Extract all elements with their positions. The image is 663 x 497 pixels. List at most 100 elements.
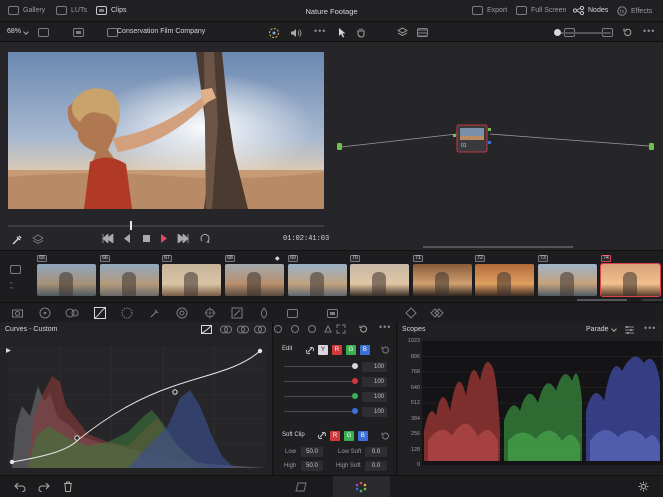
loop-icon[interactable] <box>199 233 211 244</box>
clip-thumbnail[interactable] <box>100 264 159 296</box>
curve-custom-icon[interactable] <box>201 325 212 334</box>
clip-thumbnail[interactable] <box>225 264 284 296</box>
tracker-icon[interactable] <box>204 307 216 319</box>
color-page-tab[interactable] <box>333 476 390 497</box>
sizing-icon[interactable] <box>326 309 338 318</box>
scopes-more-icon[interactable]: ••• <box>644 323 656 333</box>
magic-mask-icon[interactable] <box>231 307 243 319</box>
nodes-icon <box>573 6 584 15</box>
slider-y-value[interactable]: 100 <box>362 362 387 372</box>
motion-icon[interactable] <box>405 307 417 319</box>
curve-handle-icon[interactable] <box>5 347 12 354</box>
node-zoom-slider[interactable] <box>556 32 611 34</box>
timecode: 01:02:41:03 <box>283 235 330 243</box>
lum-vs-sat-icon[interactable] <box>254 325 266 334</box>
node-more-icon[interactable]: ••• <box>643 26 655 36</box>
export-icon <box>472 6 483 15</box>
scope-mode-select[interactable]: Parade <box>586 326 609 333</box>
clip-thumbnail[interactable] <box>37 264 96 296</box>
slider-r[interactable]: 100 <box>284 377 389 387</box>
key-icon[interactable] <box>287 309 298 318</box>
playhead[interactable] <box>130 221 132 230</box>
soft-clip-b-button[interactable]: B <box>357 431 368 441</box>
viewer-more-icon[interactable]: ••• <box>314 26 326 36</box>
color-picker-icon[interactable] <box>268 27 280 39</box>
qualifier-icon[interactable] <box>149 307 161 319</box>
primaries-icon[interactable] <box>65 307 79 319</box>
clip-thumbnail[interactable] <box>413 264 472 296</box>
scrubber-track[interactable] <box>8 225 324 227</box>
undo-icon[interactable] <box>14 482 26 492</box>
camera-raw-icon[interactable] <box>12 308 23 318</box>
pointer-icon[interactable] <box>338 27 347 38</box>
clip-thumbnail[interactable] <box>288 264 347 296</box>
link-icon[interactable] <box>305 346 315 355</box>
hsl-icon[interactable] <box>121 307 133 319</box>
nodes-button[interactable]: Nodes <box>573 6 608 15</box>
blur-icon[interactable] <box>258 307 270 319</box>
skip-back-icon[interactable] <box>102 234 114 243</box>
node-zoom-slider-knob[interactable] <box>554 29 561 36</box>
reset-icon[interactable] <box>622 27 633 38</box>
color-wheels-icon[interactable] <box>39 307 51 319</box>
curves-icon[interactable] <box>94 307 106 319</box>
soft-clip-r-button[interactable]: R <box>330 431 340 441</box>
slider-b[interactable]: 100 <box>284 407 389 417</box>
curve-graph[interactable] <box>8 346 266 468</box>
clip-thumbnail[interactable] <box>600 263 661 297</box>
node-label[interactable]: 01 <box>461 143 467 149</box>
slider-g-value[interactable]: 100 <box>362 392 387 402</box>
edit-reset-icon[interactable] <box>380 345 390 355</box>
stop-icon[interactable] <box>143 235 150 242</box>
clip-thumbnail[interactable] <box>350 264 409 296</box>
high-field[interactable]: 50.0 <box>301 461 323 471</box>
audio-icon[interactable] <box>290 28 302 38</box>
viewer-layers-icon[interactable] <box>32 234 44 245</box>
slider-g[interactable]: 100 <box>284 392 389 402</box>
delete-icon[interactable] <box>63 481 73 492</box>
soft-clip-link-icon[interactable] <box>317 431 327 440</box>
high-soft-field[interactable]: 0.0 <box>365 461 387 471</box>
hand-icon[interactable] <box>356 27 366 38</box>
full-screen-button[interactable]: Full Screen <box>516 6 566 15</box>
zoom-level[interactable]: 68% <box>7 28 21 35</box>
soft-clip-reset-icon[interactable] <box>380 431 390 441</box>
play-reverse-icon[interactable] <box>123 234 131 243</box>
window-icon[interactable] <box>176 307 188 319</box>
viewer-split-icon[interactable] <box>72 28 84 37</box>
eyedropper-icon[interactable] <box>11 234 23 246</box>
scope-settings-icon[interactable] <box>624 325 635 335</box>
clip-thumbnail[interactable] <box>162 264 221 296</box>
effects-button[interactable]: fx Effects <box>617 6 652 16</box>
curves-reset-icon[interactable] <box>358 324 368 334</box>
hue-vs-hue-icon[interactable] <box>220 325 232 334</box>
layers-icon[interactable] <box>397 27 408 38</box>
stereo-icon[interactable] <box>430 307 444 319</box>
viewer-single-icon[interactable] <box>38 28 49 37</box>
channel-b-button[interactable]: B <box>359 345 370 355</box>
channel-y-button[interactable]: Y <box>318 345 328 355</box>
slider-b-value[interactable]: 100 <box>362 407 387 417</box>
skip-forward-icon[interactable] <box>177 234 189 243</box>
soft-clip-g-button[interactable]: G <box>343 431 354 441</box>
node-options-icon[interactable] <box>416 27 428 38</box>
viewer-image[interactable] <box>8 52 324 209</box>
slider-r-value[interactable]: 100 <box>362 377 387 387</box>
clip-thumbnail[interactable] <box>475 264 534 296</box>
channel-g-button[interactable]: G <box>345 345 356 355</box>
settings-icon[interactable] <box>638 481 649 492</box>
clip-thumbnail[interactable] <box>538 264 597 296</box>
slider-y[interactable]: 100 <box>284 362 389 372</box>
media-page-icon[interactable] <box>294 482 308 492</box>
low-soft-field[interactable]: 0.0 <box>365 447 387 457</box>
export-button[interactable]: Export <box>472 6 507 15</box>
low-field[interactable]: 50.0 <box>301 447 323 457</box>
hue-vs-sat-icon[interactable] <box>237 325 249 334</box>
curves-more-icon[interactable]: ••• <box>379 322 391 332</box>
expand-icon[interactable] <box>336 324 346 334</box>
redo-icon[interactable] <box>38 482 50 492</box>
channel-r-button[interactable]: R <box>331 345 342 355</box>
node-editor[interactable]: 01 <box>333 42 663 251</box>
play-icon[interactable] <box>160 234 168 243</box>
clip-subject <box>310 272 324 296</box>
